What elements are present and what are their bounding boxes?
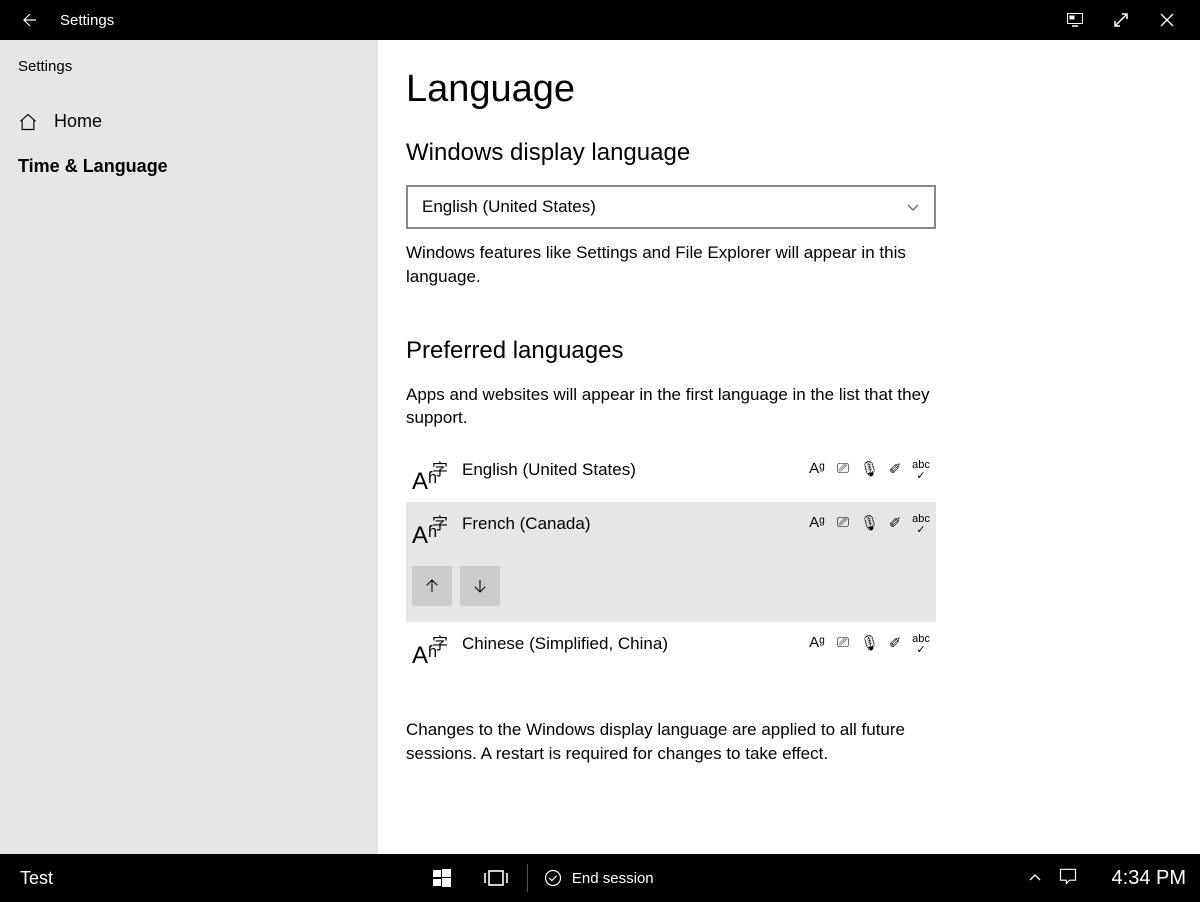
- text-to-speech-icon: Aᶢ: [808, 514, 826, 536]
- language-features: Aᶢ ⎚ 🎙︎ ✐ abc✓: [808, 512, 930, 536]
- speech-icon: 🎙︎: [860, 514, 878, 536]
- arrow-left-icon: [21, 11, 39, 29]
- preferred-languages-helper: Apps and websites will appear in the fir…: [406, 383, 966, 431]
- move-up-button[interactable]: [412, 566, 452, 606]
- speech-icon: 🎙︎: [860, 460, 878, 482]
- move-down-button[interactable]: [460, 566, 500, 606]
- windows-icon: [433, 869, 451, 887]
- language-item-chinese-simplified[interactable]: 字Aʱ Chinese (Simplified, China) Aᶢ ⎚ 🎙︎ …: [406, 622, 936, 676]
- arrow-up-icon: [423, 577, 441, 595]
- expand-icon: [1114, 13, 1128, 27]
- page-title: Language: [406, 68, 1160, 111]
- language-name: Chinese (Simplified, China): [462, 632, 792, 654]
- display-language-dropdown[interactable]: English (United States): [406, 185, 936, 229]
- display-language-helper: Windows features like Settings and File …: [406, 241, 966, 289]
- sidebar-item-label: Time & Language: [18, 156, 168, 177]
- home-icon: [18, 112, 38, 132]
- display-language-icon: ⎚: [834, 460, 852, 482]
- window-titlebar: Settings: [0, 0, 1200, 40]
- preferred-language-list: 字Aʱ English (United States) Aᶢ ⎚ 🎙︎ ✐ ab…: [406, 448, 936, 676]
- sidebar-item-label: Home: [54, 111, 102, 132]
- language-item-french-ca[interactable]: 字Aʱ French (Canada) Aᶢ ⎚ 🎙︎ ✐ abc✓: [406, 502, 936, 622]
- end-session-button[interactable]: End session: [532, 869, 666, 887]
- content-pane: Language Windows display language Englis…: [378, 40, 1200, 854]
- footer-note: Changes to the Windows display language …: [406, 718, 966, 766]
- section-title-display-language: Windows display language: [406, 139, 1160, 167]
- taskbar-user: Test: [20, 868, 53, 889]
- handwriting-icon: ✐: [886, 460, 904, 482]
- close-button[interactable]: [1144, 0, 1190, 40]
- text-to-speech-icon: Aᶢ: [808, 460, 826, 482]
- tray-expand-button[interactable]: [1028, 869, 1042, 887]
- handwriting-icon: ✐: [886, 634, 904, 656]
- sidebar-item-home[interactable]: Home: [0, 99, 378, 144]
- language-glyph-icon: 字Aʱ: [412, 512, 446, 546]
- handwriting-icon: ✐: [886, 514, 904, 536]
- display-language-icon: ⎚: [834, 514, 852, 536]
- language-name: French (Canada): [462, 512, 792, 534]
- check-circle-icon: [544, 869, 562, 887]
- main-area: Settings Home Time & Language Language W…: [0, 40, 1200, 854]
- speech-icon: 🎙︎: [860, 634, 878, 656]
- text-to-speech-icon: Aᶢ: [808, 634, 826, 656]
- language-glyph-icon: 字Aʱ: [412, 458, 446, 492]
- back-button[interactable]: [10, 11, 50, 29]
- display-language-icon: ⎚: [834, 634, 852, 656]
- language-glyph-icon: 字Aʱ: [412, 632, 446, 666]
- spellcheck-icon: abc✓: [912, 460, 930, 482]
- arrow-down-icon: [471, 577, 489, 595]
- taskbar-divider: [527, 864, 528, 892]
- app-name: Settings: [0, 58, 378, 99]
- remote-icon: [1067, 13, 1083, 27]
- language-features: Aᶢ ⎚ 🎙︎ ✐ abc✓: [808, 458, 930, 482]
- window-title: Settings: [50, 12, 114, 29]
- system-tray: 4:34 PM: [1028, 866, 1186, 891]
- task-view-button[interactable]: [469, 854, 523, 902]
- action-center-button[interactable]: [1058, 866, 1078, 891]
- language-item-english-us[interactable]: 字Aʱ English (United States) Aᶢ ⎚ 🎙︎ ✐ ab…: [406, 448, 936, 502]
- sidebar: Settings Home Time & Language: [0, 40, 378, 854]
- spellcheck-icon: abc✓: [912, 514, 930, 536]
- language-features: Aᶢ ⎚ 🎙︎ ✐ abc✓: [808, 632, 930, 656]
- start-button[interactable]: [415, 854, 469, 902]
- chevron-up-icon: [1028, 872, 1042, 882]
- remote-icon-button[interactable]: [1052, 0, 1098, 40]
- taskbar: Test End session 4:34 PM: [0, 854, 1200, 902]
- chevron-down-icon: [906, 199, 920, 215]
- notification-icon: [1058, 866, 1078, 886]
- taskbar-clock[interactable]: 4:34 PM: [1112, 867, 1186, 890]
- dropdown-value: English (United States): [422, 197, 596, 217]
- section-title-preferred-languages: Preferred languages: [406, 337, 1160, 365]
- language-name: English (United States): [462, 458, 792, 480]
- sidebar-item-time-language[interactable]: Time & Language: [0, 144, 378, 189]
- end-session-label: End session: [572, 870, 654, 887]
- language-reorder-controls: [412, 566, 930, 606]
- spellcheck-icon: abc✓: [912, 634, 930, 656]
- close-icon: [1160, 13, 1174, 27]
- task-view-icon: [484, 869, 508, 887]
- maximize-button[interactable]: [1098, 0, 1144, 40]
